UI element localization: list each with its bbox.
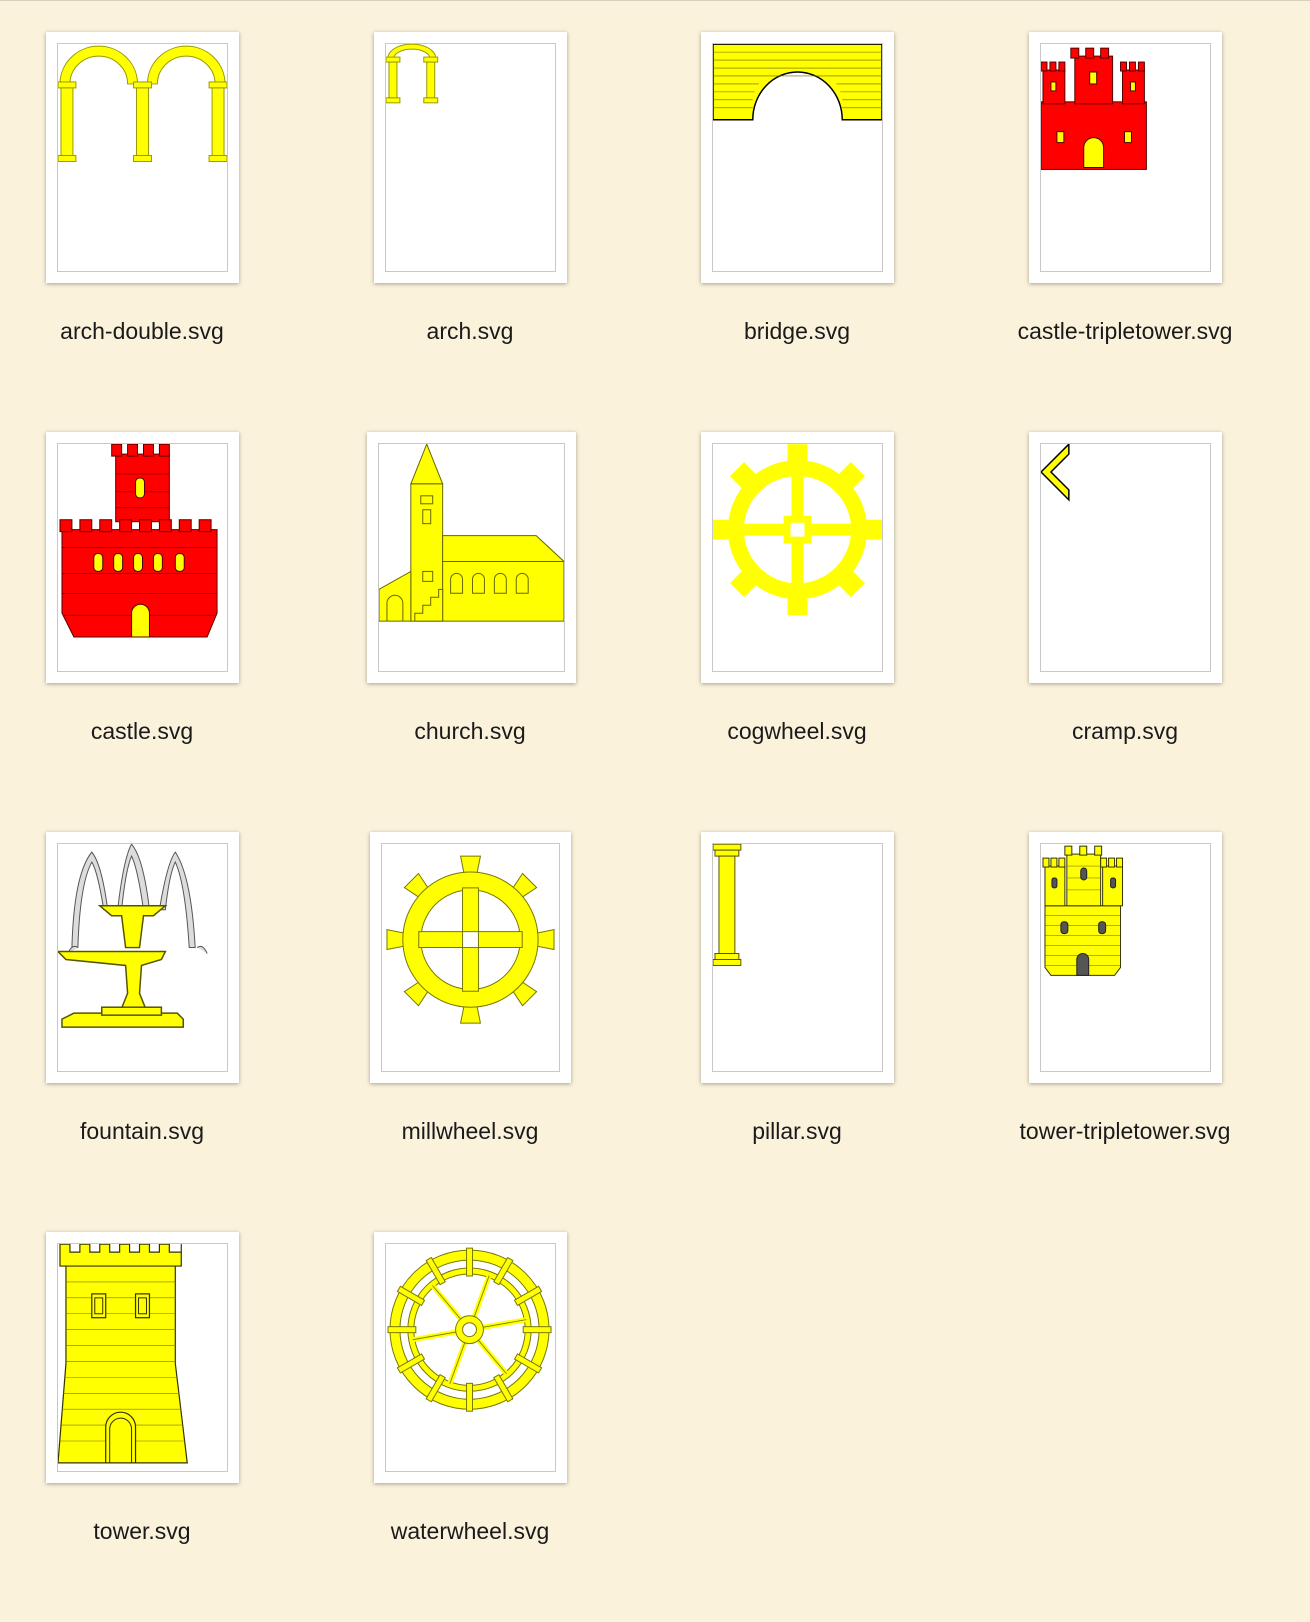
file-thumbnail[interactable]	[1029, 32, 1222, 283]
file-name[interactable]: pillar.svg	[627, 1118, 967, 1145]
tower-icon	[57, 1243, 228, 1472]
file-name[interactable]: cogwheel.svg	[627, 718, 967, 745]
file-thumbnail[interactable]	[46, 1232, 239, 1483]
castle-icon	[57, 443, 228, 672]
file-thumbnail[interactable]	[701, 32, 894, 283]
cramp-icon	[1040, 443, 1211, 672]
file-thumbnail[interactable]	[46, 832, 239, 1083]
file-name[interactable]: arch.svg	[300, 318, 640, 345]
cogwheel-icon	[712, 443, 883, 672]
file-name[interactable]: tower.svg	[0, 1518, 312, 1545]
arch-icon	[385, 43, 556, 272]
file-name[interactable]: church.svg	[300, 718, 640, 745]
file-name[interactable]: castle-tripletower.svg	[955, 318, 1295, 345]
file-thumbnail[interactable]	[370, 832, 571, 1083]
file-name[interactable]: castle.svg	[0, 718, 312, 745]
church-icon	[378, 443, 565, 672]
fountain-icon	[57, 843, 228, 1072]
file-name[interactable]: arch-double.svg	[0, 318, 312, 345]
file-name[interactable]: waterwheel.svg	[300, 1518, 640, 1545]
file-name[interactable]: bridge.svg	[627, 318, 967, 345]
file-thumbnail[interactable]	[46, 432, 239, 683]
file-thumbnail[interactable]	[1029, 432, 1222, 683]
file-name[interactable]: tower-tripletower.svg	[955, 1118, 1295, 1145]
window-top-border	[0, 0, 1310, 1]
pillar-icon	[712, 843, 883, 1072]
waterwheel-icon	[385, 1243, 556, 1472]
file-thumbnail[interactable]	[701, 832, 894, 1083]
file-thumbnail[interactable]	[701, 432, 894, 683]
file-thumbnail[interactable]	[1029, 832, 1222, 1083]
file-thumbnail[interactable]	[374, 32, 567, 283]
bridge-icon	[712, 43, 883, 272]
file-name[interactable]: cramp.svg	[955, 718, 1295, 745]
file-thumbnail[interactable]	[367, 432, 576, 683]
castle-tripletower-icon	[1040, 43, 1211, 272]
tower-tripletower-icon	[1040, 843, 1211, 1072]
millwheel-icon	[381, 843, 560, 1072]
file-name[interactable]: millwheel.svg	[300, 1118, 640, 1145]
file-name[interactable]: fountain.svg	[0, 1118, 312, 1145]
arch-double-icon	[57, 43, 228, 272]
file-thumbnail[interactable]	[46, 32, 239, 283]
file-thumbnail[interactable]	[374, 1232, 567, 1483]
